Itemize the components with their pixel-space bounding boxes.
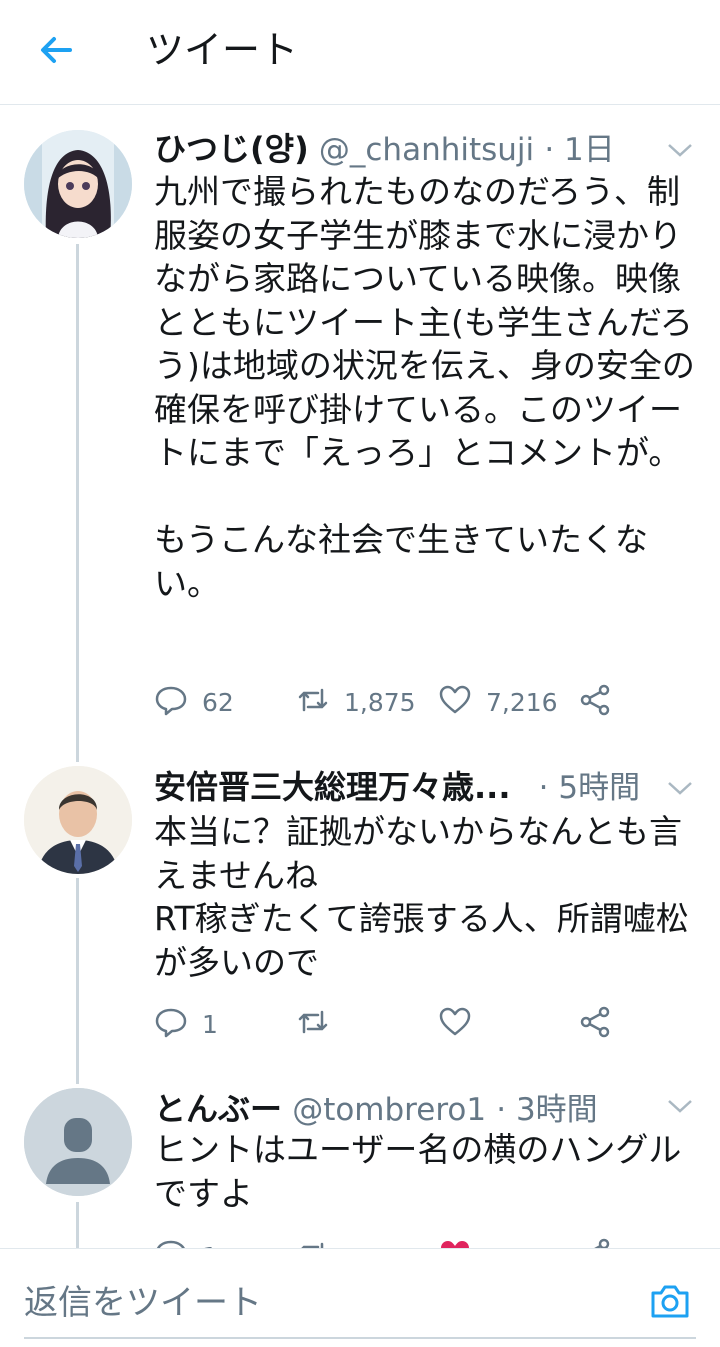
share-icon — [578, 1005, 612, 1043]
user-handle: @_chanhitsuji — [318, 132, 535, 168]
chevron-down-icon[interactable] — [666, 140, 694, 160]
reply-composer[interactable]: 返信をツイート — [0, 1248, 720, 1347]
timestamp: · 5時間 — [538, 770, 641, 806]
tweet-header: 安倍晋三大総理万々歳... · 5時間 — [154, 764, 640, 810]
heart-icon — [438, 1005, 472, 1043]
reply-icon — [154, 683, 188, 721]
tweet-header: とんぶー @tombrero1 · 3時間 — [154, 1086, 598, 1132]
tweet-text: ヒントはユーザー名の横のハングルですよ — [154, 1130, 682, 1213]
share-button[interactable] — [578, 1004, 612, 1044]
reply-count: 1 — [202, 1009, 218, 1039]
chevron-down-icon[interactable] — [666, 778, 694, 798]
tweet-text: 本当に？証拠がないからなんとも言えませんね RT稼ぎたくて誇張する人、所謂嘘松が… — [154, 812, 689, 982]
thread-line — [76, 244, 79, 762]
avatar[interactable] — [24, 130, 132, 238]
reply-button[interactable]: 62 — [154, 682, 234, 722]
display-name[interactable]: ひつじ(양) — [154, 130, 309, 168]
reply-button[interactable]: 1 — [154, 1004, 218, 1044]
tweet-text: 九州で撮られたものなのだろう、制服姿の女子学生が膝まで水に浸かりながら家路につい… — [154, 172, 695, 603]
like-button[interactable] — [438, 1004, 472, 1044]
thread-line — [76, 1202, 79, 1248]
user-handle: @tombrero1 — [292, 1092, 487, 1128]
like-button[interactable]: 7,216 — [438, 682, 558, 722]
chevron-down-icon[interactable] — [666, 1096, 694, 1116]
camera-icon[interactable] — [648, 1279, 692, 1323]
retweet-count: 1,875 — [344, 687, 416, 717]
display-name[interactable]: とんぶー — [154, 1090, 282, 1128]
input-underline — [24, 1337, 696, 1339]
top-app-bar: ツイート — [0, 0, 720, 105]
timestamp: · 3時間 — [496, 1092, 598, 1128]
display-name[interactable]: 安倍晋三大総理万々歳... — [154, 768, 510, 806]
default-avatar-icon[interactable] — [24, 1088, 132, 1196]
avatar[interactable] — [24, 766, 132, 874]
tweet-header: ひつじ(양) @_chanhitsuji · 1日 — [154, 126, 615, 172]
retweet-button[interactable] — [296, 1004, 330, 1044]
share-icon — [578, 683, 612, 721]
reply-icon — [154, 1005, 188, 1043]
retweet-icon — [296, 683, 330, 721]
reply-input[interactable]: 返信をツイート — [24, 1275, 262, 1324]
share-button[interactable] — [578, 682, 612, 722]
like-count: 7,216 — [486, 687, 558, 717]
page-title: ツイート — [146, 28, 299, 72]
back-arrow-icon[interactable] — [36, 30, 76, 70]
retweet-icon — [296, 1005, 330, 1043]
heart-icon — [438, 683, 472, 721]
thread-line — [76, 878, 79, 1084]
timestamp: · 1日 — [544, 132, 615, 168]
reply-count: 62 — [202, 687, 234, 717]
retweet-button[interactable]: 1,875 — [296, 682, 416, 722]
